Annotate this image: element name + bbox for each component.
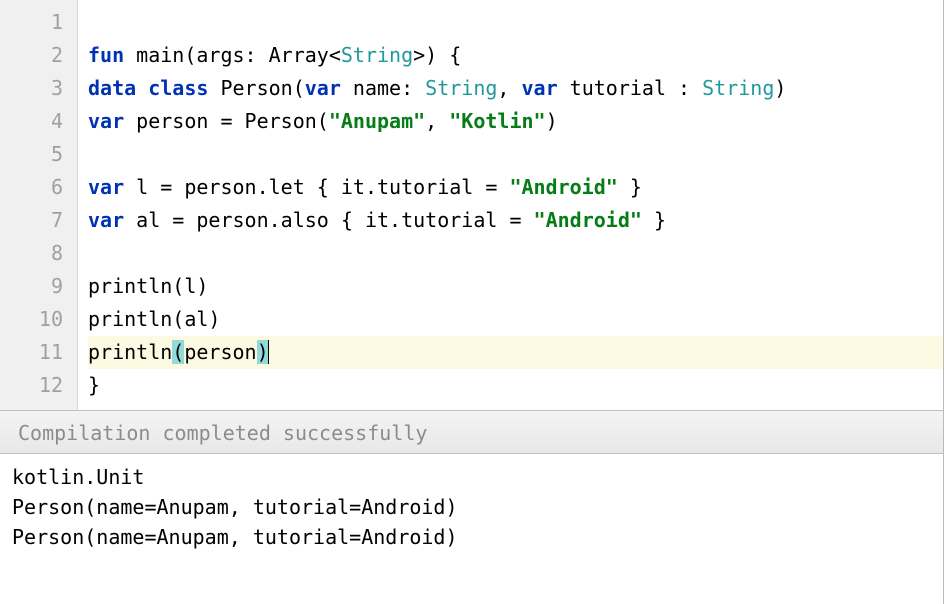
code-token: ,: [497, 76, 521, 100]
output-line: Person(name=Anupam, tutorial=Android): [12, 492, 931, 522]
output-line: Person(name=Anupam, tutorial=Android): [12, 522, 931, 552]
code-token: Person(: [208, 76, 304, 100]
line-number: 7: [0, 204, 77, 237]
code-line[interactable]: println(al): [88, 303, 943, 336]
code-line[interactable]: [88, 138, 943, 171]
code-token: person = Person(: [124, 109, 329, 133]
code-content[interactable]: fun main(args: Array<String>) {data clas…: [78, 0, 943, 410]
line-number: 1: [0, 6, 77, 39]
line-number-gutter: 123456789101112: [0, 0, 78, 410]
line-number: 10: [0, 303, 77, 336]
code-token: name:: [341, 76, 425, 100]
code-line[interactable]: fun main(args: Array<String>) {: [88, 39, 943, 72]
code-line[interactable]: var person = Person("Anupam", "Kotlin"): [88, 105, 943, 138]
line-number: 9: [0, 270, 77, 303]
code-token: }: [642, 208, 666, 232]
status-bar: Compilation completed successfully: [0, 410, 943, 454]
code-token: }: [88, 373, 100, 397]
code-line[interactable]: println(person): [88, 336, 943, 369]
code-token: main(args: Array<: [124, 43, 341, 67]
code-token: println: [88, 340, 172, 364]
code-line[interactable]: [88, 237, 943, 270]
code-token: fun: [88, 43, 124, 67]
line-number: 4: [0, 105, 77, 138]
line-number: 6: [0, 171, 77, 204]
code-token: data class: [88, 76, 208, 100]
code-token: l = person.let { it.tutorial =: [124, 175, 509, 199]
output-line: kotlin.Unit: [12, 462, 931, 492]
code-token: String: [702, 76, 774, 100]
code-token: tutorial :: [558, 76, 703, 100]
line-number: 12: [0, 369, 77, 402]
code-token: String: [425, 76, 497, 100]
code-line[interactable]: println(l): [88, 270, 943, 303]
code-token: println(l): [88, 274, 208, 298]
line-number: 2: [0, 39, 77, 72]
code-token: }: [618, 175, 642, 199]
code-token: "Anupam": [329, 109, 425, 133]
code-token: person: [184, 340, 256, 364]
status-message: Compilation completed successfully: [18, 421, 427, 445]
code-line[interactable]: [88, 6, 943, 39]
line-number: 5: [0, 138, 77, 171]
code-token: al = person.also { it.tutorial =: [124, 208, 533, 232]
console-output: kotlin.UnitPerson(name=Anupam, tutorial=…: [0, 454, 943, 560]
code-token: "Android": [534, 208, 642, 232]
code-token: var: [305, 76, 341, 100]
line-number: 3: [0, 72, 77, 105]
code-token: var: [522, 76, 558, 100]
code-token: var: [88, 175, 124, 199]
line-number: 8: [0, 237, 77, 270]
code-token: var: [88, 109, 124, 133]
code-token: "Kotlin": [449, 109, 545, 133]
code-token: >) {: [413, 43, 461, 67]
code-token: println(al): [88, 307, 220, 331]
code-token: (: [172, 340, 184, 364]
code-token: String: [341, 43, 413, 67]
code-token: ): [774, 76, 786, 100]
code-line[interactable]: var l = person.let { it.tutorial = "Andr…: [88, 171, 943, 204]
code-token: ,: [425, 109, 449, 133]
code-token: "Android": [509, 175, 617, 199]
code-line[interactable]: }: [88, 369, 943, 402]
text-caret: [268, 340, 269, 364]
code-line[interactable]: data class Person(var name: String, var …: [88, 72, 943, 105]
code-editor[interactable]: 123456789101112 fun main(args: Array<Str…: [0, 0, 943, 410]
code-token: var: [88, 208, 124, 232]
line-number: 11: [0, 336, 77, 369]
code-token: ): [546, 109, 558, 133]
code-line[interactable]: var al = person.also { it.tutorial = "An…: [88, 204, 943, 237]
